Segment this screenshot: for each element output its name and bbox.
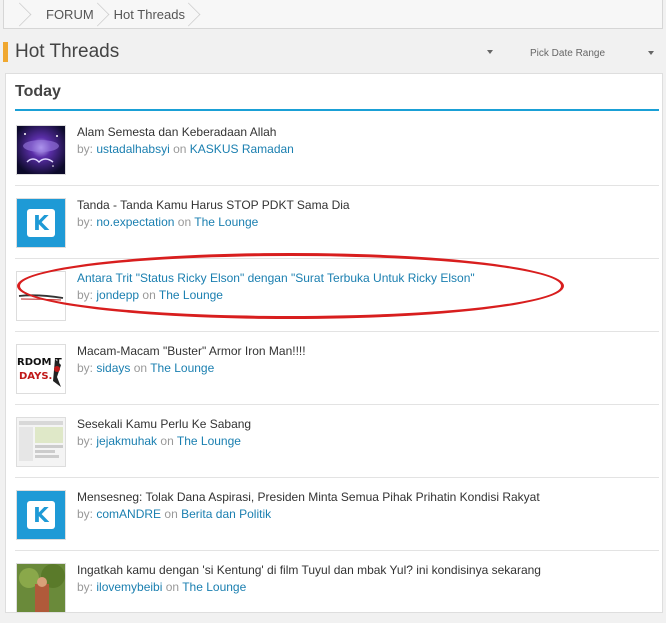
thread-meta: by: ilovemybeibi on The Lounge [77,580,246,594]
thread-author-link[interactable]: sidays [96,361,130,375]
thread-forum-link[interactable]: The Lounge [150,361,214,375]
thread-meta: by: no.expectation on The Lounge [77,215,258,229]
section-divider [15,109,659,111]
thread-thumbnail[interactable]: K [16,198,66,248]
thread-item: Sesekali Kamu Perlu Ke Sabang by: jejakm… [15,404,659,478]
on-label: on [133,361,148,375]
breadcrumb-label: Hot Threads [113,6,185,22]
chevron-down-icon [487,50,493,54]
thread-forum-link[interactable]: The Lounge [159,288,223,302]
thread-meta: by: jondepp on The Lounge [77,288,223,302]
by-label: by: [77,288,94,302]
car-image [17,272,65,320]
thread-title[interactable]: Sesekali Kamu Perlu Ke Sabang [77,417,251,431]
by-label: by: [77,434,94,448]
screenshot-image [17,418,65,466]
on-label: on [142,288,156,302]
hot-threads-panel: Today Alam Semesta dan Keberadaan Allah … [5,73,663,613]
thread-meta: by: comANDRE on Berita dan Politik [77,507,271,521]
thread-item: Antara Trit "Status Ricky Elson" dengan … [15,258,659,332]
title-accent-bar [3,42,8,62]
thread-title[interactable]: Antara Trit "Status Ricky Elson" dengan … [77,271,475,285]
breadcrumb-item-forum[interactable]: FORUM [26,0,102,28]
breadcrumb-label: FORUM [46,6,94,22]
thread-item: RDOM T DAYS. Macam-Macam "Buster" Armor … [15,331,659,405]
kaskus-logo: K [17,491,65,539]
section-title: Today [15,83,61,100]
thread-item: Alam Semesta dan Keberadaan Allah by: us… [15,112,659,186]
thread-forum-link[interactable]: The Lounge [182,580,246,594]
thread-author-link[interactable]: jejakmuhak [96,434,157,448]
thread-meta: by: jejakmuhak on The Lounge [77,434,241,448]
breadcrumb: FORUM Hot Threads [3,0,663,29]
thread-title[interactable]: Tanda - Tanda Kamu Harus STOP PDKT Sama … [77,198,350,212]
date-range-dropdown[interactable]: Pick Date Range [518,43,666,63]
thread-thumbnail[interactable] [16,271,66,321]
by-label: by: [77,361,94,375]
on-label: on [164,507,178,521]
thread-forum-link[interactable]: The Lounge [194,215,258,229]
by-label: by: [77,142,94,156]
thread-forum-link[interactable]: Berita dan Politik [181,507,271,521]
thread-author-link[interactable]: comANDRE [96,507,161,521]
thread-title[interactable]: Alam Semesta dan Keberadaan Allah [77,125,276,139]
thread-meta: by: ustadalhabsyi on KASKUS Ramadan [77,142,294,156]
thread-item: K Tanda - Tanda Kamu Harus STOP PDKT Sam… [15,185,659,259]
chevron-down-icon [648,51,654,55]
thread-title[interactable]: Mensesneg: Tolak Dana Aspirasi, Presiden… [77,490,540,504]
on-label: on [160,434,174,448]
breadcrumb-home[interactable] [4,0,26,28]
filter-dropdown[interactable] [475,45,505,59]
page-title: Hot Threads [15,41,120,62]
by-label: by: [77,507,94,521]
by-label: by: [77,580,94,594]
thread-item: Ingatkah kamu dengan 'si Kentung' di fil… [15,550,659,623]
thread-forum-link[interactable]: KASKUS Ramadan [190,142,294,156]
galaxy-image [17,126,65,174]
svg-text:DAYS.: DAYS. [19,371,52,382]
on-label: on [177,215,192,229]
on-label: on [165,580,180,594]
random-days-image: RDOM T DAYS. [17,345,65,393]
date-range-label: Pick Date Range [530,47,606,59]
thread-item: K Mensesneg: Tolak Dana Aspirasi, Presid… [15,477,659,551]
thread-author-link[interactable]: jondepp [96,288,139,302]
thread-forum-link[interactable]: The Lounge [177,434,241,448]
thread-thumbnail[interactable] [16,417,66,467]
thread-title[interactable]: Macam-Macam "Buster" Armor Iron Man!!!! [77,344,306,358]
by-label: by: [77,215,94,229]
thread-thumbnail[interactable]: K [16,490,66,540]
thread-thumbnail[interactable] [16,563,66,613]
thread-title[interactable]: Ingatkah kamu dengan 'si Kentung' di fil… [77,563,541,577]
thread-meta: by: sidays on The Lounge [77,361,214,375]
breadcrumb-item-hot-threads[interactable]: Hot Threads [102,0,193,28]
thread-author-link[interactable]: ustadalhabsyi [96,142,169,156]
kaskus-logo: K [17,199,65,247]
thread-author-link[interactable]: no.expectation [96,215,174,229]
on-label: on [173,142,187,156]
thread-author-link[interactable]: ilovemybeibi [96,580,162,594]
thread-thumbnail[interactable] [16,125,66,175]
thread-thumbnail[interactable]: RDOM T DAYS. [16,344,66,394]
page-header: Hot Threads Pick Date Range [3,37,663,67]
